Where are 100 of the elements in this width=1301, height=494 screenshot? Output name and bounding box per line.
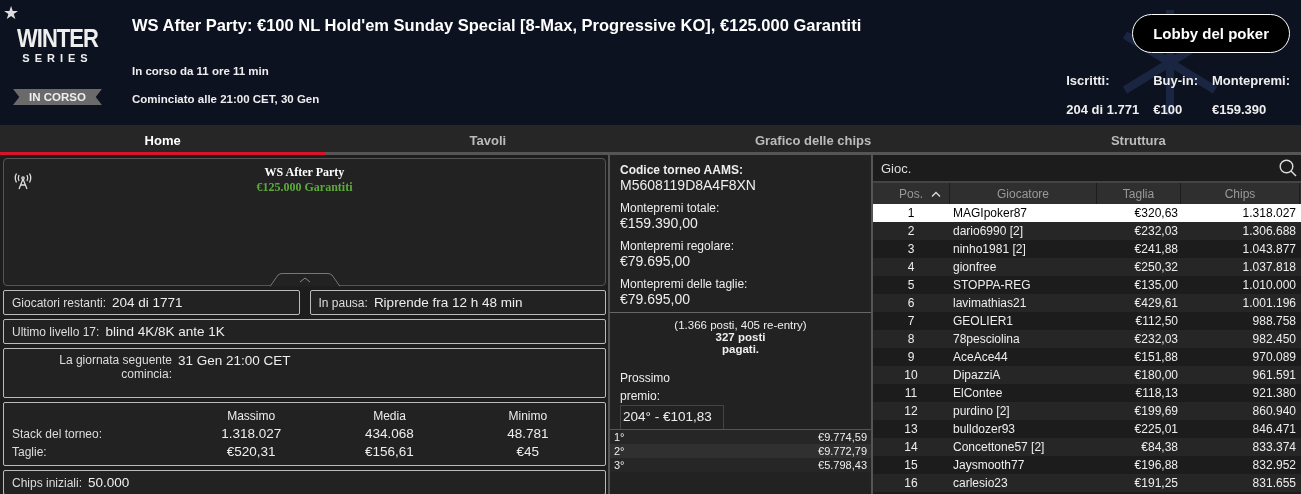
stat-value: 204 di 1.771 bbox=[1066, 102, 1140, 117]
stat-value: €100 bbox=[1153, 102, 1184, 117]
position-cell-text: 12 bbox=[903, 404, 919, 418]
stack-value: €156,61 bbox=[364, 444, 415, 459]
bounty-cell-text: €84,38 bbox=[1140, 440, 1178, 454]
stack-value: 48.781 bbox=[506, 426, 550, 441]
start-time: Cominciato alle 21:00 CET, 30 Gen bbox=[132, 93, 321, 105]
info-value: 50.000 bbox=[88, 475, 130, 490]
player-row[interactable]: 16 carlesio23 €191,25 831.655 bbox=[873, 474, 1301, 492]
chips-cell-text: 921.380 bbox=[1251, 386, 1296, 400]
bounty-cell-text: €118,13 bbox=[1134, 386, 1178, 400]
position-cell-text: 13 bbox=[903, 422, 919, 436]
info-label: La giornata seguente comincia: bbox=[58, 353, 172, 382]
payout-amount: €5.798,43 bbox=[818, 459, 867, 471]
chips-cell-text: 961.591 bbox=[1251, 368, 1296, 382]
position-cell-text: 7 bbox=[906, 314, 916, 328]
chips-cell-text: 1.037.818 bbox=[1241, 260, 1296, 274]
lobby-button[interactable]: Lobby del poker bbox=[1132, 14, 1290, 53]
position-cell-text: 2 bbox=[906, 224, 916, 238]
player-row[interactable]: 14 Concettone57 [2] €84,38 833.374 bbox=[873, 438, 1301, 456]
stat-label: Buy-in: bbox=[1153, 73, 1198, 88]
player-cell-text: 78pesciolina bbox=[952, 332, 1021, 346]
info-value: 31 Gen 21:00 CET bbox=[178, 353, 291, 369]
seats-text: (1.366 posti, 405 re-entry) bbox=[674, 319, 807, 331]
player-cell-text: GEOLIER1 bbox=[952, 314, 1015, 328]
broadcast-tower-icon bbox=[13, 171, 33, 191]
chips-cell-text: 988.758 bbox=[1251, 314, 1296, 328]
player-row[interactable]: 10 DipazziA €180,00 961.591 bbox=[873, 366, 1301, 384]
chips-cell-text: 832.952 bbox=[1251, 458, 1296, 472]
field-value: €79.695,00 bbox=[620, 291, 692, 307]
bounty-cell-text: €196,88 bbox=[1133, 458, 1178, 472]
info-value: 204 di 1771 bbox=[112, 295, 183, 311]
next-prize-label: Prossimo premio: bbox=[619, 370, 671, 405]
next-prize-value: 204° - €101,83 bbox=[620, 405, 724, 429]
player-cell-text: STOPPA-REG bbox=[952, 278, 1032, 292]
player-cell-text: carlesio23 bbox=[952, 476, 1009, 490]
payout-place: 2° bbox=[614, 445, 625, 457]
chips-cell-text: 846.471 bbox=[1251, 422, 1296, 436]
chips-cell-text: 831.655 bbox=[1251, 476, 1296, 490]
position-cell-text: 11 bbox=[903, 386, 919, 400]
payout-amount: €9.772,79 bbox=[818, 445, 867, 457]
bounty-cell-text: €135,00 bbox=[1133, 278, 1178, 292]
winter-series-logo: WINTER SERIES bbox=[17, 28, 98, 64]
info-label: Chips iniziali: bbox=[12, 475, 83, 490]
position-cell-text: 3 bbox=[906, 242, 916, 256]
bounty-cell-text: €191,25 bbox=[1133, 476, 1178, 490]
position-cell-text: 14 bbox=[903, 440, 919, 454]
player-row[interactable]: 1 MAGIpoker87 €320,63 1.318.027 bbox=[873, 204, 1301, 222]
chips-cell-text: 970.089 bbox=[1251, 350, 1296, 364]
row-label: Taglie: bbox=[12, 444, 48, 459]
tab[interactable]: Struttura bbox=[975, 125, 1301, 155]
running-time: In corso da 11 ore 11 min bbox=[132, 65, 270, 77]
paid-places: 327 posti pagati. bbox=[714, 331, 767, 355]
field-value: M5608119D8A4F8XN bbox=[620, 177, 757, 193]
banner-guarantee: €125.000 Garantiti bbox=[256, 180, 353, 195]
sort-ascending-icon bbox=[931, 190, 941, 197]
position-cell-text: 6 bbox=[906, 296, 916, 310]
player-row[interactable]: 6 lavimathias21 €429,61 1.001.196 bbox=[873, 294, 1301, 312]
chips-cell-text: 1.043.877 bbox=[1241, 242, 1296, 256]
position-cell-text: 15 bbox=[903, 458, 919, 472]
tab[interactable]: Grafico delle chips bbox=[650, 125, 976, 155]
field-label: Codice torneo AAMS: bbox=[620, 163, 744, 177]
column-header: Massimo bbox=[226, 409, 277, 423]
favorite-star-icon[interactable]: ★ bbox=[3, 2, 19, 24]
bounty-cell-text: €429,61 bbox=[1133, 296, 1178, 310]
stat-label: Iscritti: bbox=[1066, 73, 1111, 88]
bounty-cell-text: €151,88 bbox=[1133, 350, 1178, 364]
column-header: Minimo bbox=[507, 409, 549, 423]
position-cell-text: 10 bbox=[903, 368, 919, 382]
collapse-handle-icon[interactable] bbox=[270, 273, 340, 288]
info-value: Riprende fra 12 h 48 min bbox=[373, 295, 523, 311]
tournament-title: WS After Party: €100 NL Hold'em Sunday Special [8-Max, Progressive KO], €125.000 Garantiti bbox=[132, 16, 863, 35]
info-value: blind 4K/8K ante 1K bbox=[105, 324, 225, 340]
position-cell-text: 1 bbox=[906, 206, 916, 220]
player-cell-text: AceAce44 bbox=[952, 350, 1009, 364]
banner-title: WS After Party bbox=[264, 165, 345, 180]
chips-cell-text: 833.374 bbox=[1251, 440, 1296, 454]
player-cell-text: lavimathias21 bbox=[952, 296, 1028, 310]
chips-cell-text: 982.450 bbox=[1251, 332, 1296, 346]
player-row[interactable]: 12 purdino [2] €199,69 860.940 bbox=[873, 402, 1301, 420]
player-cell-text: MAGIpoker87 bbox=[952, 206, 1029, 220]
position-cell-text: 9 bbox=[906, 350, 916, 364]
chips-cell-text: 1.010.000 bbox=[1241, 278, 1296, 292]
chips-cell-text: 1.306.688 bbox=[1241, 224, 1296, 238]
field-value: €79.695,00 bbox=[620, 253, 692, 269]
player-row[interactable]: 4 gionfree €250,32 1.037.818 bbox=[873, 258, 1301, 276]
player-row[interactable]: 8 78pesciolina €232,03 982.450 bbox=[873, 330, 1301, 348]
payout-place: 1° bbox=[614, 431, 625, 443]
tab[interactable]: Tavoli bbox=[325, 125, 651, 155]
player-cell-text: ninho1981 [2] bbox=[952, 242, 1027, 256]
position-cell-text: 5 bbox=[906, 278, 916, 292]
position-cell-text: 16 bbox=[903, 476, 919, 490]
player-row[interactable]: 2 dario6990 [2] €232,03 1.306.688 bbox=[873, 222, 1301, 240]
stat-value: €159.390 bbox=[1212, 102, 1268, 117]
stack-value: €520,31 bbox=[225, 444, 277, 459]
bounty-cell-text: €250,32 bbox=[1133, 260, 1178, 274]
field-label: Montepremi totale: bbox=[620, 201, 721, 215]
chips-cell-text: 1.001.196 bbox=[1241, 296, 1296, 310]
search-icon[interactable] bbox=[1279, 159, 1297, 177]
field-label: Montepremi delle taglie: bbox=[620, 277, 749, 291]
